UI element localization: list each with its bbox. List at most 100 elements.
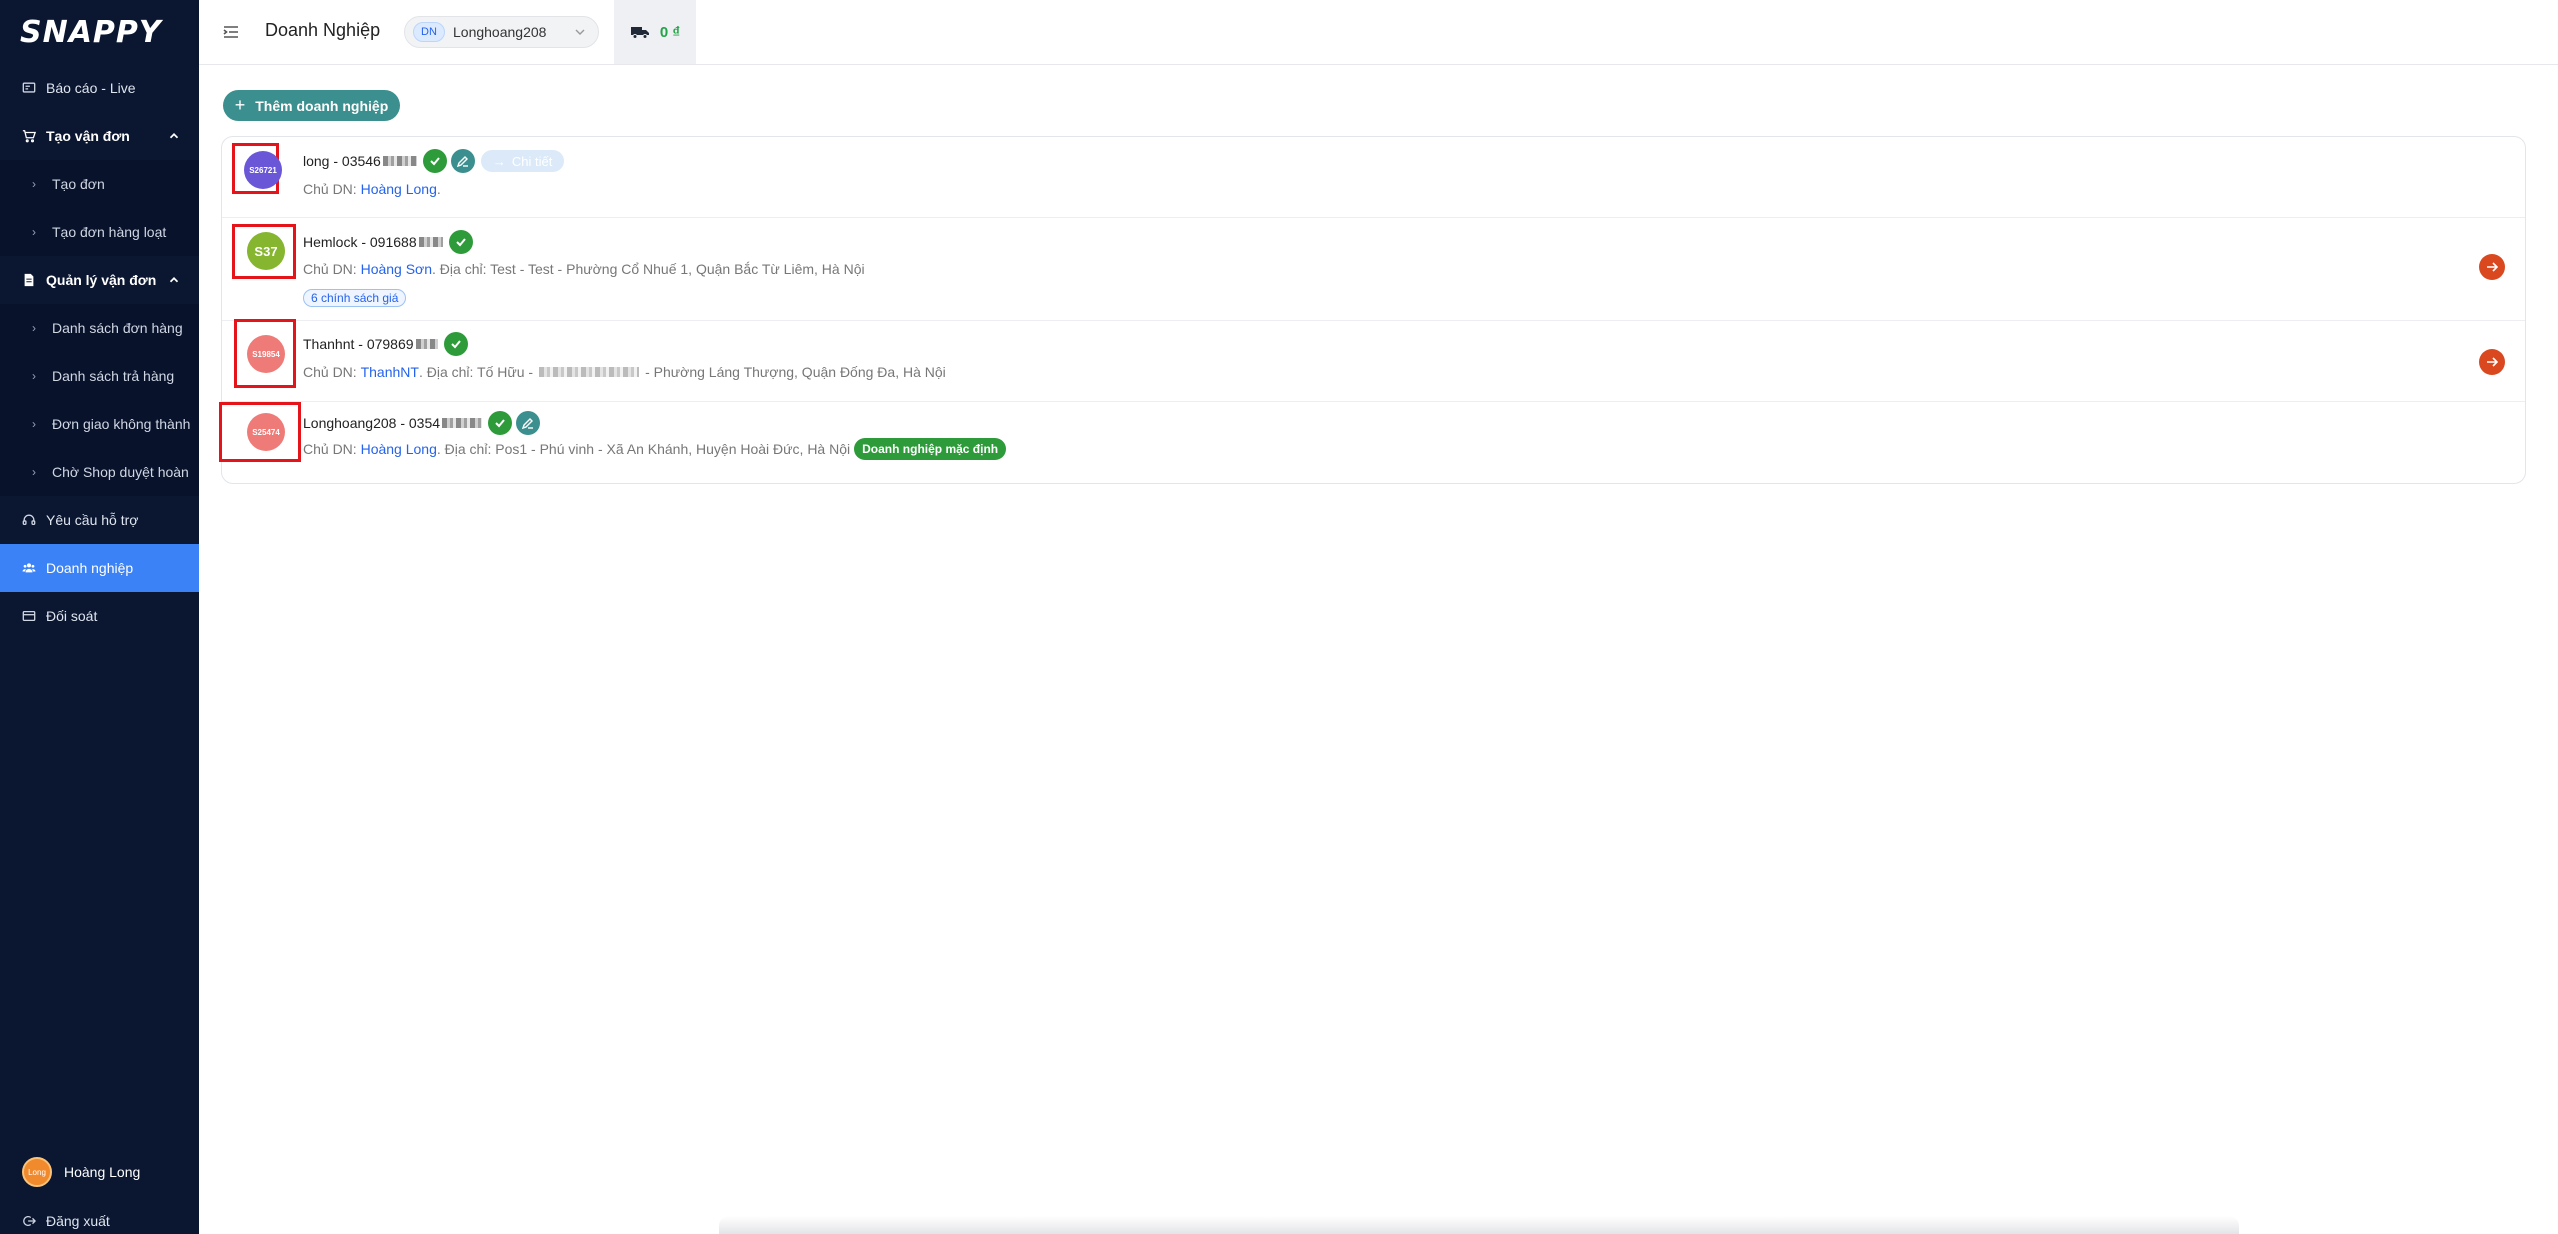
chevron-right-icon: › (32, 465, 36, 479)
sidebar-item-business[interactable]: Doanh nghiệp (0, 544, 199, 592)
business-row[interactable]: S26721 long - 03546 → Chi tiết Chủ DN: Ho… (222, 137, 2525, 218)
document-icon (22, 273, 36, 287)
business-avatar: S26721 (244, 151, 282, 189)
chevron-right-icon: › (32, 225, 36, 239)
user-profile[interactable]: Long Hoàng Long (0, 1152, 199, 1192)
arrow-right-icon: → (492, 153, 506, 169)
sidebar-item-report-live[interactable]: Báo cáo - Live (0, 64, 199, 112)
chevron-right-icon: › (32, 369, 36, 383)
business-select-value: Longhoang208 (453, 24, 547, 40)
owner-prefix: Chủ DN: (303, 441, 357, 457)
menu-icon[interactable] (221, 22, 241, 42)
logo-text: SNAPPY (20, 14, 162, 50)
check-icon (448, 230, 473, 254)
business-title: long - 03546 → Chi tiết (303, 149, 565, 173)
business-owner-line: Chủ DN: Hoàng Long. Địa chỉ: Pos1 - Phú … (303, 438, 1007, 460)
arrow-right-icon (2487, 357, 2499, 367)
business-row[interactable]: S25474 Longhoang208 - 0354 Chủ DN: Hoàng… (219, 402, 2525, 484)
sidebar-item-order-list[interactable]: › Danh sách đơn hàng (0, 304, 199, 352)
sidebar-item-label: Tạo đơn hàng loạt (52, 224, 167, 240)
business-name-phone: Hemlock - 091688 (303, 234, 417, 250)
business-avatar: S37 (247, 232, 285, 270)
logout-icon (23, 1215, 36, 1227)
sidebar-item-create-order[interactable]: › Tạo đơn (0, 160, 199, 208)
business-select[interactable]: DN Longhoang208 (404, 16, 599, 48)
business-title: Hemlock - 091688 (303, 230, 473, 254)
business-owner-line: Chủ DN: Hoàng Long. (303, 181, 441, 197)
go-detail-button[interactable] (2479, 349, 2505, 375)
wallet-balance[interactable]: 0 ₫ (614, 0, 696, 64)
address-text-end: - Phường Láng Thượng, Quận Đống Đa, Hà N… (645, 364, 946, 380)
sidebar-item-label: Danh sách đơn hàng (52, 320, 183, 336)
users-icon (22, 561, 36, 575)
chevron-right-icon: › (32, 177, 36, 191)
business-list: S26721 long - 03546 → Chi tiết Chủ DN: Ho… (219, 136, 2526, 484)
truck-icon (630, 27, 649, 39)
sidebar: SNAPPY Báo cáo - Live Tạo vận đơn › Tạo … (0, 0, 199, 1234)
add-business-button[interactable]: + Thêm doanh nghiệp (223, 90, 400, 121)
headset-icon (22, 513, 36, 527)
sidebar-item-bulk-order[interactable]: › Tạo đơn hàng loạt (0, 208, 199, 256)
chevron-down-icon (575, 29, 585, 35)
owner-prefix: Chủ DN: (303, 261, 357, 277)
sidebar-item-label: Doanh nghiệp (46, 560, 134, 576)
address-text-start: . Địa chỉ: Tố Hữu - (418, 364, 534, 380)
avatar: Long (22, 1157, 52, 1187)
owner-name[interactable]: Hoàng Sơn (361, 261, 432, 277)
business-avatar: S25474 (247, 413, 285, 451)
sidebar-group-manage-orders[interactable]: Quản lý vận đơn (0, 256, 199, 304)
owner-name[interactable]: ThanhNT (361, 364, 419, 380)
sidebar-item-label: Báo cáo - Live (46, 80, 136, 96)
user-name: Hoàng Long (64, 1164, 141, 1180)
sidebar-item-reconcile[interactable]: Đối soát (0, 592, 199, 640)
card-icon (22, 609, 36, 623)
sidebar-item-pending-return[interactable]: › Chờ Shop duyệt hoàn (0, 448, 199, 496)
owner-name[interactable]: Hoàng Long (361, 441, 437, 457)
redacted-phone (442, 418, 483, 428)
sidebar-item-return-list[interactable]: › Danh sách trả hàng (0, 352, 199, 400)
go-detail-button[interactable] (2479, 254, 2505, 280)
sidebar-item-label: Tạo đơn (52, 176, 105, 192)
address-text: . Địa chỉ: Pos1 - Phú vinh - Xã An Khánh… (436, 441, 851, 457)
business-row[interactable]: S19854 Thanhnt - 079869 Chủ DN: ThanhNT.… (222, 319, 2525, 402)
sidebar-item-support[interactable]: Yêu cầu hỗ trợ (0, 496, 199, 544)
sidebar-item-label: Đơn giao không thành (52, 416, 191, 432)
logout-button[interactable]: Đăng xuất (0, 1208, 199, 1234)
plus-icon: + (234, 95, 246, 115)
business-row[interactable]: S37 Hemlock - 091688 Chủ DN: Hoàng Sơn. … (222, 218, 2525, 321)
redacted-phone (415, 339, 438, 349)
detail-label: Chi tiết (511, 153, 553, 169)
business-title: Longhoang208 - 0354 (303, 411, 541, 435)
submenu-manage-orders: › Danh sách đơn hàng › Danh sách trả hàn… (0, 304, 199, 496)
detail-button[interactable]: → Chi tiết (480, 150, 565, 172)
bottom-shadow (719, 1216, 2239, 1234)
cart-icon (22, 129, 36, 143)
sidebar-nav: Báo cáo - Live Tạo vận đơn › Tạo đơn › T… (0, 64, 199, 640)
default-business-badge: Doanh nghiệp mặc định (854, 438, 1007, 460)
arrow-right-icon (2487, 262, 2499, 272)
business-owner-line: Chủ DN: ThanhNT. Địa chỉ: Tố Hữu - - Phư… (303, 364, 946, 380)
redacted-phone (418, 237, 443, 247)
sidebar-item-label: Chờ Shop duyệt hoàn (52, 464, 189, 480)
submenu-create-order: › Tạo đơn › Tạo đơn hàng loạt (0, 160, 199, 256)
chevron-right-icon: › (32, 321, 36, 335)
price-policy-tag[interactable]: 6 chính sách giá (303, 289, 407, 307)
redacted-address (539, 367, 640, 377)
owner-name[interactable]: Hoàng Long (361, 181, 437, 197)
add-business-label: Thêm doanh nghiệp (255, 97, 389, 114)
edit-icon[interactable] (516, 411, 541, 435)
sidebar-item-label: Yêu cầu hỗ trợ (46, 512, 139, 528)
sidebar-item-label: Đối soát (46, 608, 98, 624)
app: SNAPPY Báo cáo - Live Tạo vận đơn › Tạo … (0, 0, 2558, 1234)
check-icon (443, 332, 468, 356)
check-icon (422, 149, 447, 173)
logo[interactable]: SNAPPY (0, 0, 199, 64)
business-name-phone: Longhoang208 - 0354 (303, 415, 441, 431)
owner-prefix: Chủ DN: (303, 364, 357, 380)
sidebar-group-create-order[interactable]: Tạo vận đơn (0, 112, 199, 160)
edit-icon[interactable] (450, 149, 475, 173)
sidebar-item-label: Danh sách trả hàng (52, 368, 175, 384)
report-icon (22, 81, 36, 95)
business-title: Thanhnt - 079869 (303, 332, 468, 356)
sidebar-item-failed-delivery[interactable]: › Đơn giao không thành (0, 400, 199, 448)
